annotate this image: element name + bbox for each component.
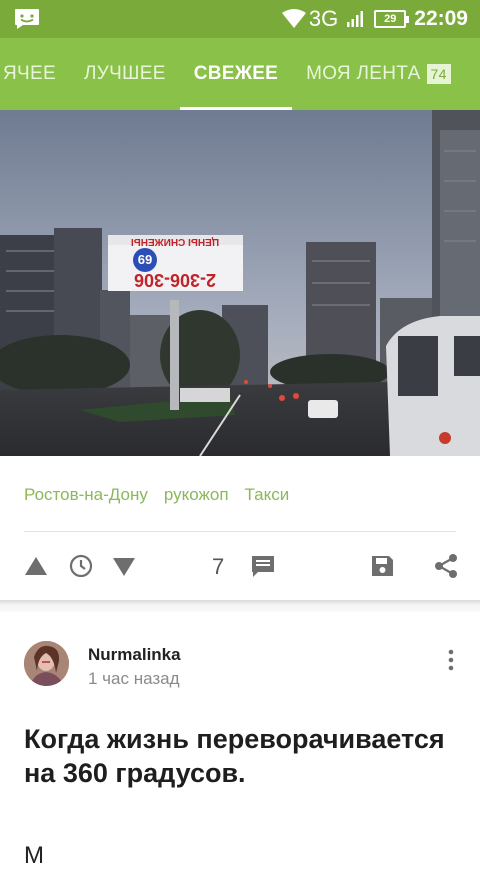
save-icon[interactable] — [368, 552, 396, 580]
street-photo: ЦЕНЫ СНИЖЕНЫ 69 2-306-306 — [0, 110, 480, 456]
post-time: 1 час назад — [88, 669, 180, 688]
divider — [24, 531, 456, 532]
comment-icon[interactable] — [249, 552, 277, 580]
chat-notification-icon — [15, 9, 39, 29]
avatar[interactable] — [24, 641, 69, 686]
upvote-icon[interactable] — [22, 552, 50, 580]
tab-my-feed[interactable]: МОЯ ЛЕНТА 74 — [292, 38, 465, 110]
wifi-icon — [281, 9, 306, 28]
battery-level: 29 — [384, 13, 397, 25]
author-name[interactable]: Nurmalinka — [88, 645, 181, 665]
post-separator — [0, 600, 480, 612]
tag-rukozhop[interactable]: рукожоп — [164, 485, 229, 505]
tab-bar: ЯЧЕЕ ЛУЧШЕЕ СВЕЖЕЕ МОЯ ЛЕНТА 74 — [0, 38, 480, 110]
share-icon[interactable] — [432, 552, 460, 580]
clock-time: 22:09 — [414, 7, 468, 30]
avatar-image — [24, 641, 69, 686]
post-title[interactable]: Когда жизнь переворачивается на 360 град… — [24, 722, 454, 790]
signal-icon — [347, 11, 364, 27]
post-text: М — [24, 842, 44, 869]
status-bar: 3G 29 22:09 — [0, 0, 480, 38]
tab-fresh[interactable]: СВЕЖЕЕ — [179, 38, 293, 110]
tag-rostov[interactable]: Ростов-на-Дону — [24, 485, 148, 505]
post-image[interactable]: ЦЕНЫ СНИЖЕНЫ 69 2-306-306 — [0, 110, 480, 456]
battery-icon: 29 — [374, 10, 410, 28]
tab-best[interactable]: ЛУЧШЕЕ — [70, 38, 180, 110]
post-tags: Ростов-на-Дону рукожоп Такси — [24, 485, 289, 505]
tab-label: СВЕЖЕЕ — [193, 63, 279, 84]
network-type: 3G — [308, 6, 339, 31]
billboard-line-3: 2-306-306 — [134, 270, 216, 290]
comments-count: 7 — [212, 554, 225, 579]
more-options-icon[interactable] — [444, 648, 458, 672]
billboard-line-2: 69 — [138, 252, 152, 267]
downvote-icon[interactable] — [110, 552, 138, 580]
tab-hot[interactable]: ЯЧЕЕ — [0, 38, 70, 110]
tab-label: ЛУЧШЕЕ — [83, 63, 166, 84]
billboard-line-1: ЦЕНЫ СНИЖЕНЫ — [131, 236, 219, 247]
tag-taxi[interactable]: Такси — [245, 485, 290, 505]
post-actions: 7 — [0, 546, 480, 586]
tab-label: ЯЧЕЕ — [3, 63, 56, 84]
tab-label: МОЯ ЛЕНТА — [306, 63, 421, 84]
clock-icon[interactable] — [67, 552, 95, 580]
unread-badge: 74 — [426, 63, 451, 84]
